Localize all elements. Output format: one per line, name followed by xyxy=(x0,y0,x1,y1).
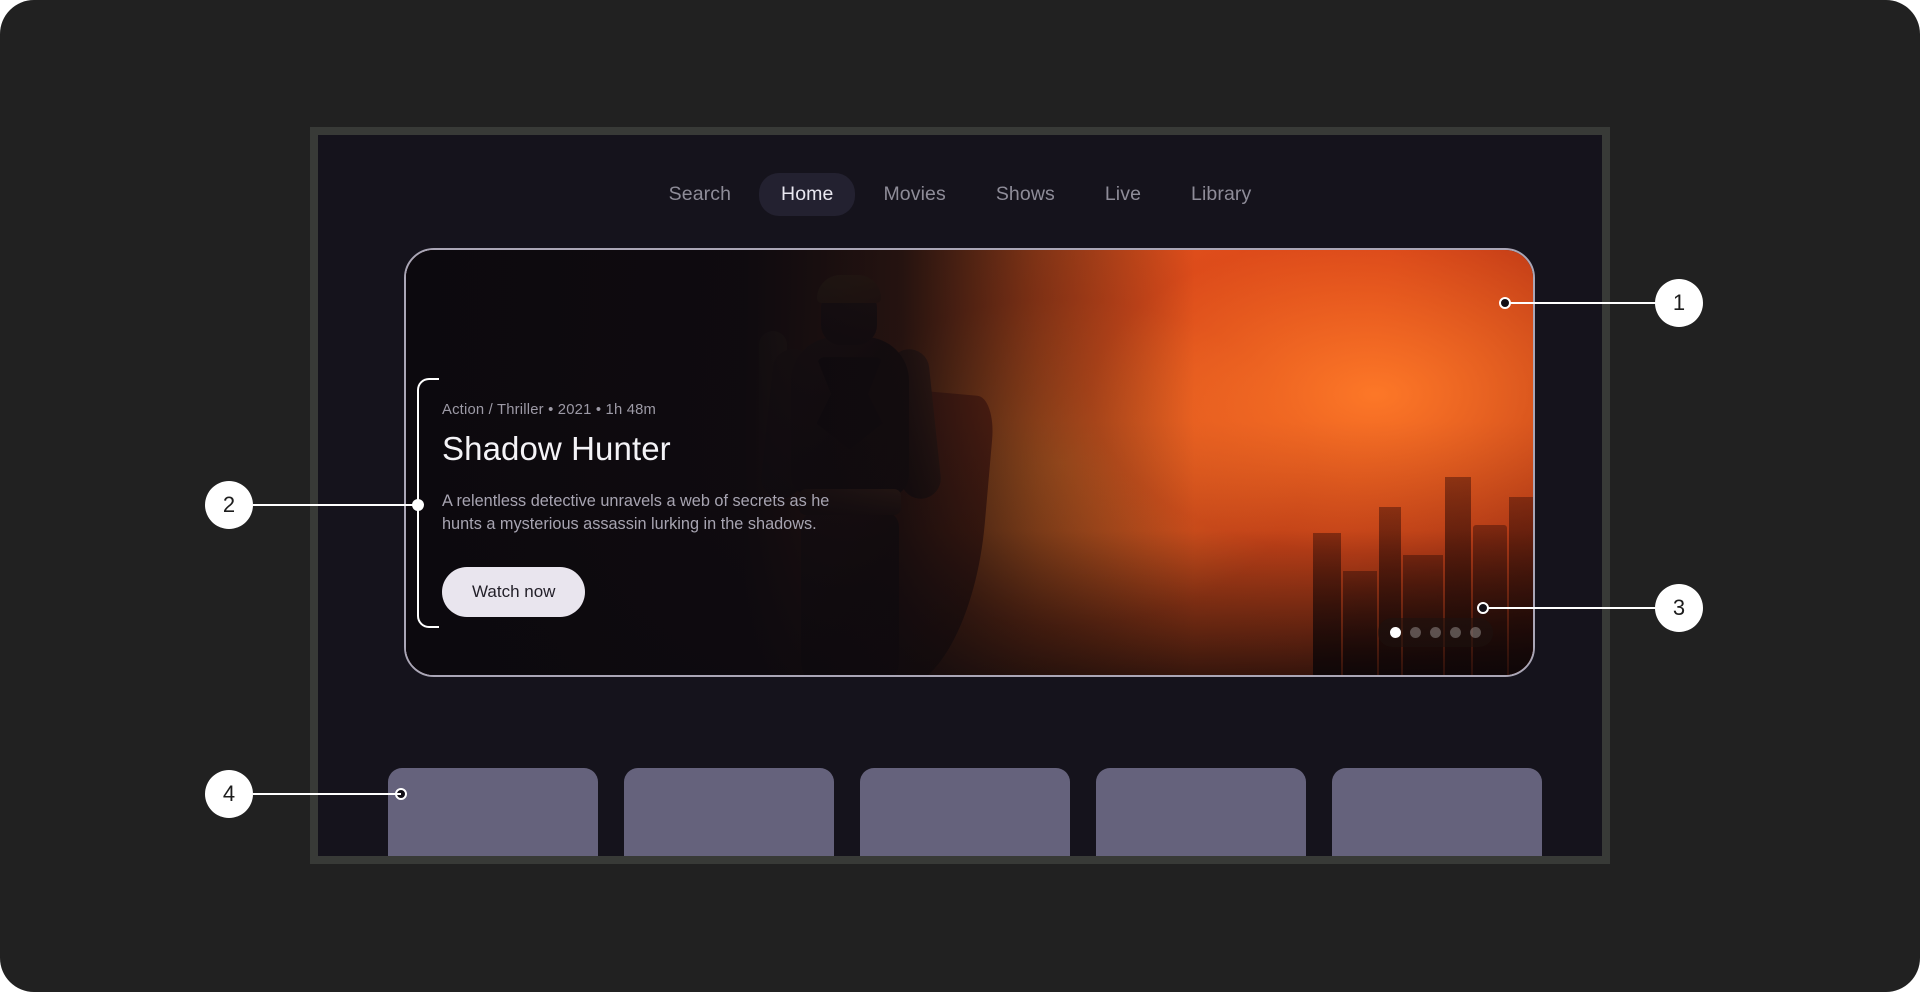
hero-metadata: Action / Thriller • 2021 • 1h 48m xyxy=(442,402,657,418)
content-carousel[interactable] xyxy=(388,768,1542,856)
nav-item-live[interactable]: Live xyxy=(1083,173,1163,216)
hero-pagination-dots xyxy=(1378,618,1493,647)
pagination-dot-5[interactable] xyxy=(1470,627,1481,638)
nav-item-search[interactable]: Search xyxy=(647,173,753,216)
carousel-card[interactable] xyxy=(1096,768,1306,856)
tv-screen: Search Home Movies Shows Live Library Ac… xyxy=(318,135,1602,856)
carousel-card[interactable] xyxy=(624,768,834,856)
hero-description: A relentless detective unravels a web of… xyxy=(442,492,830,534)
carousel-card[interactable] xyxy=(388,768,598,856)
nav-item-shows[interactable]: Shows xyxy=(974,173,1077,216)
nav-item-movies[interactable]: Movies xyxy=(861,173,967,216)
callout-1-marker: 1 xyxy=(1655,279,1703,327)
main-navigation: Search Home Movies Shows Live Library xyxy=(318,173,1602,216)
callout-3-marker: 3 xyxy=(1655,584,1703,632)
nav-item-library[interactable]: Library xyxy=(1169,173,1273,216)
hero-banner[interactable]: Action / Thriller • 2021 • 1h 48m Shadow… xyxy=(404,248,1535,677)
watch-now-button[interactable]: Watch now xyxy=(442,566,586,617)
carousel-card[interactable] xyxy=(860,768,1070,856)
hero-text-block: Action / Thriller • 2021 • 1h 48m Shadow… xyxy=(442,402,862,617)
page-root: Search Home Movies Shows Live Library Ac… xyxy=(0,0,1920,992)
pagination-dot-4[interactable] xyxy=(1450,627,1461,638)
hero-title: Shadow Hunter xyxy=(442,430,671,467)
carousel-card[interactable] xyxy=(1332,768,1542,856)
pagination-dot-2[interactable] xyxy=(1410,627,1421,638)
pagination-dot-1[interactable] xyxy=(1390,627,1401,638)
pagination-dot-3[interactable] xyxy=(1430,627,1441,638)
callout-4-marker: 4 xyxy=(205,770,253,818)
callout-2-marker: 2 xyxy=(205,481,253,529)
tv-device-frame: Search Home Movies Shows Live Library Ac… xyxy=(310,127,1610,864)
nav-item-home[interactable]: Home xyxy=(759,173,856,216)
